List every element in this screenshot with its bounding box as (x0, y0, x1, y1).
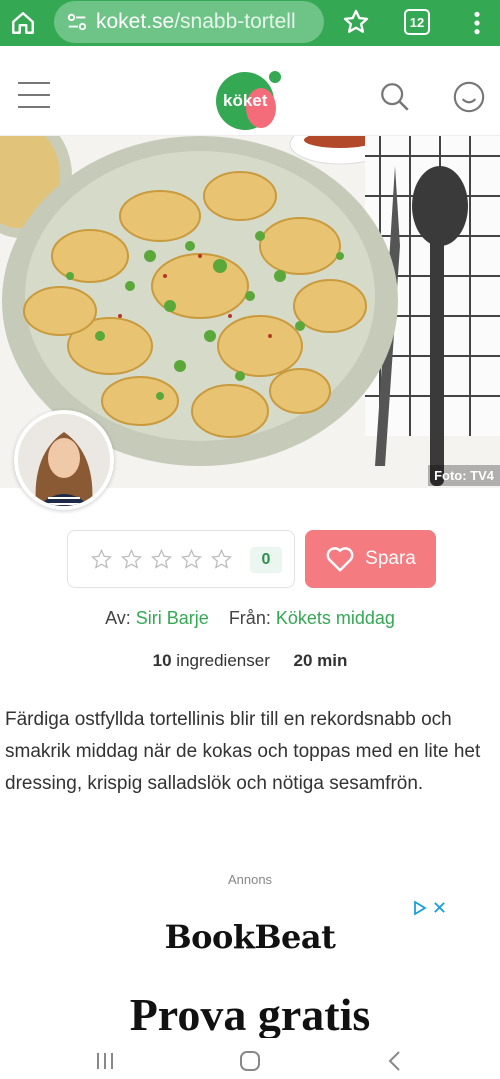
ad-choices[interactable] (413, 901, 446, 915)
star-outline-icon[interactable] (210, 548, 233, 571)
rating-count: 0 (250, 547, 282, 573)
author-avatar[interactable] (14, 410, 114, 510)
rating-widget[interactable]: 0 (67, 530, 295, 588)
android-nav-bar (0, 1040, 500, 1079)
source-prefix: Från: (228, 608, 271, 628)
browser-toolbar: koket.se/snabb-tortell 12 (0, 0, 500, 46)
address-bar[interactable]: koket.se/snabb-tortell (54, 1, 324, 43)
photo-credit: Foto: TV4 (428, 465, 500, 486)
koket-logo[interactable]: köket (216, 66, 288, 132)
url-host: koket.se (96, 10, 175, 33)
cook-time: 20 min (293, 651, 348, 670)
back-icon[interactable] (384, 1050, 406, 1072)
tab-switcher-button[interactable]: 12 (404, 9, 430, 35)
author-prefix: Av: (105, 608, 131, 628)
home-icon (12, 12, 34, 34)
recipe-meta: 10 ingredienser 20 min (0, 651, 500, 671)
site-header: köket (0, 56, 500, 136)
android-home-icon[interactable] (239, 1050, 261, 1072)
menu-icon[interactable] (18, 82, 50, 108)
adchoices-icon[interactable] (413, 901, 427, 915)
ad-brand[interactable]: BookBeat (0, 918, 500, 956)
save-button[interactable]: Spara (305, 530, 436, 588)
star-outline-icon[interactable] (180, 548, 203, 571)
close-ad-icon[interactable] (433, 901, 446, 914)
home-button[interactable] (0, 0, 46, 46)
star-icon[interactable] (342, 8, 370, 36)
site-settings-icon[interactable] (66, 11, 88, 33)
url-path: /snabb-tortell (174, 10, 296, 33)
ingredients-count: 10 (152, 651, 172, 670)
star-outline-icon[interactable] (150, 548, 173, 571)
rating-stars[interactable] (90, 548, 233, 571)
ingredients-label: ingredienser (176, 651, 270, 670)
logo-text: köket (223, 91, 268, 110)
star-outline-icon[interactable] (90, 548, 113, 571)
recipe-byline: Av: Siri Barje Från: Kökets middag (0, 608, 500, 629)
profile-icon[interactable] (452, 80, 486, 114)
more-vert-icon[interactable] (470, 10, 484, 36)
star-outline-icon[interactable] (120, 548, 143, 571)
heart-icon (326, 547, 354, 572)
ad-label: Annons (227, 872, 273, 887)
recent-apps-icon[interactable] (94, 1050, 116, 1072)
ad-headline[interactable]: Prova gratis (0, 988, 500, 1038)
author-link[interactable]: Siri Barje (136, 608, 209, 628)
recipe-description: Färdiga ostfyllda tortellinis blir till … (5, 709, 481, 794)
author-photo (18, 414, 110, 506)
save-label: Spara (365, 548, 416, 569)
search-icon[interactable] (378, 80, 412, 114)
source-link[interactable]: Kökets middag (276, 608, 395, 628)
